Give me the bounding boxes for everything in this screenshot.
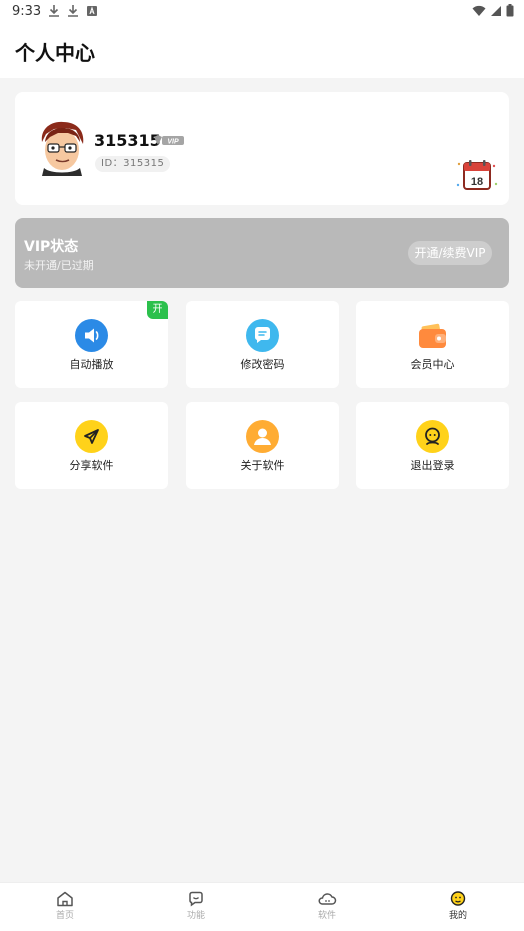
speaker-icon: [75, 319, 108, 352]
battery-icon: [506, 4, 514, 17]
nav-label: 首页: [55, 911, 74, 921]
message-icon: [189, 891, 203, 907]
tile-label: 分享软件: [69, 459, 114, 472]
tile-label: 退出登录: [410, 459, 455, 472]
nav-label: 我的: [448, 911, 467, 921]
paper-plane-icon: [75, 420, 108, 453]
tile-member-center[interactable]: 会员中心: [356, 301, 509, 388]
wifi-icon: [472, 5, 486, 16]
wallet-icon: [416, 319, 449, 352]
signal-icon: [491, 5, 501, 16]
tile-about-app[interactable]: 关于软件: [186, 402, 339, 489]
app-bar: 个人中心: [0, 24, 524, 78]
page-title: 个人中心: [15, 41, 95, 65]
svg-text:18: 18: [471, 176, 483, 188]
smile-icon: [450, 891, 466, 906]
nav-label: 功能: [186, 911, 205, 921]
on-badge: 开: [147, 301, 168, 319]
svg-text:VIP: VIP: [167, 139, 179, 146]
home-icon: [57, 891, 73, 907]
status-icons: [472, 4, 514, 17]
nav-label: 软件: [317, 911, 336, 921]
calendar-icon: 18: [456, 160, 498, 190]
chat-icon: [246, 319, 279, 352]
status-bar: 9:33: [0, 0, 524, 24]
open-vip-button[interactable]: 开通/续费VIP: [408, 241, 492, 265]
person-icon: [246, 420, 279, 453]
vip-status-title: VIP状态: [24, 239, 79, 255]
user-id: ID：315315: [95, 156, 171, 172]
tile-auto-play[interactable]: 自动播放 开: [15, 301, 168, 388]
cloud-icon: [318, 893, 337, 905]
tile-label: 自动播放: [69, 358, 114, 371]
profile-card[interactable]: 315315 VIP ID：315315 18: [15, 92, 509, 205]
download-icon: [49, 5, 59, 17]
nav-functions[interactable]: 功能: [166, 891, 226, 921]
nav-mine[interactable]: 我的: [428, 891, 488, 921]
nav-home[interactable]: 首页: [35, 891, 95, 921]
vip-status-card: VIP状态 未开通/已过期 开通/续费VIP: [15, 218, 509, 288]
tile-change-password[interactable]: 修改密码: [186, 301, 339, 388]
notification-a-icon: [87, 6, 97, 16]
bottom-nav: 首页 功能 软件 我的: [0, 882, 524, 931]
status-time: 9:33: [12, 4, 42, 19]
vip-status-subtitle: 未开通/已过期: [24, 259, 94, 272]
tile-label: 关于软件: [240, 459, 285, 472]
avatar[interactable]: [36, 120, 88, 176]
face-icon: [416, 420, 449, 453]
vip-tag: VIP: [154, 135, 184, 146]
tile-label: 修改密码: [240, 358, 285, 371]
username: 315315: [94, 131, 161, 150]
nav-software[interactable]: 软件: [297, 891, 357, 921]
download-icon-2: [68, 5, 78, 17]
tile-logout[interactable]: 退出登录: [356, 402, 509, 489]
tile-label: 会员中心: [410, 358, 455, 371]
tile-share-app[interactable]: 分享软件: [15, 402, 168, 489]
